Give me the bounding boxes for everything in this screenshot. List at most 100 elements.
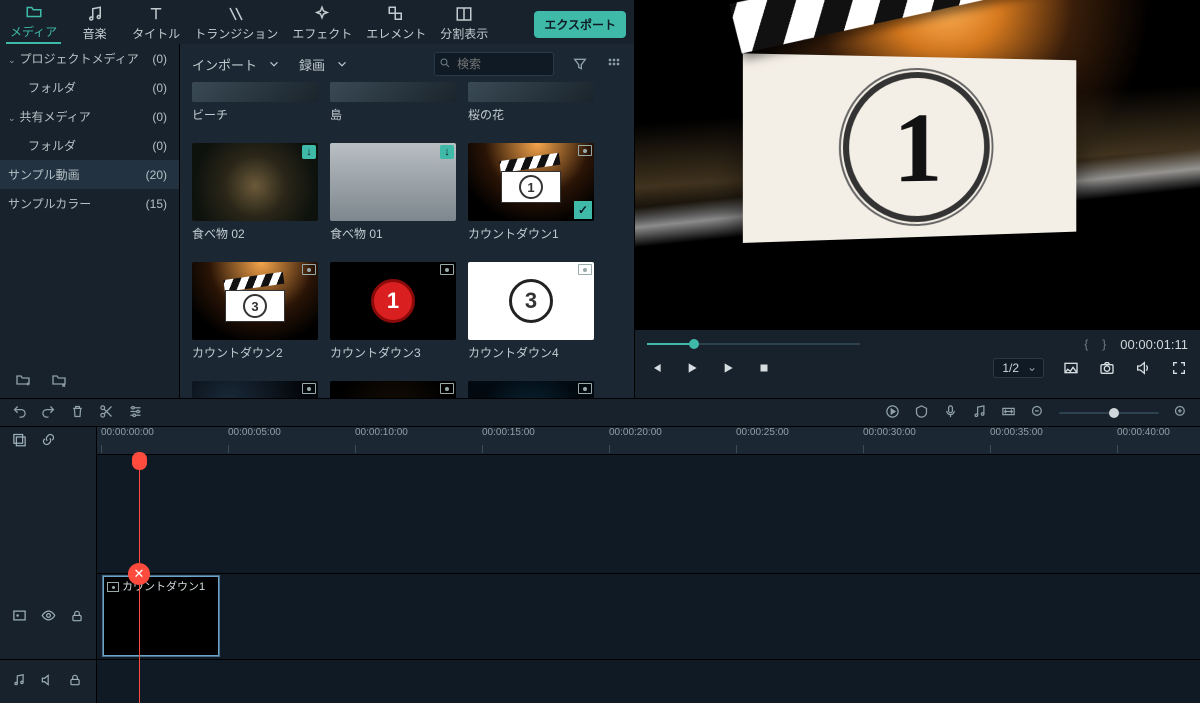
media-thumbnail[interactable]: 3	[192, 262, 318, 340]
volume-icon[interactable]	[1134, 359, 1152, 377]
media-item[interactable]: 1 カウントダウン1	[468, 143, 598, 242]
link-icon[interactable]	[41, 432, 56, 450]
scissor-icon[interactable]: ✕	[128, 563, 150, 585]
adjust-icon[interactable]	[128, 404, 143, 422]
render-icon[interactable]	[885, 404, 900, 422]
remove-folder-icon[interactable]	[50, 372, 68, 388]
video-badge-icon	[440, 383, 454, 394]
redo-icon[interactable]	[41, 404, 56, 422]
media-thumbnail[interactable]: 1	[468, 143, 594, 221]
export-button[interactable]: エクスポート	[534, 11, 626, 38]
sidebar-item-shared-media[interactable]: ⌄共有メディア(0)	[0, 102, 179, 131]
media-thumbnail[interactable]	[330, 143, 456, 221]
media-label: カウントダウン1	[468, 225, 598, 242]
video-track-icon	[12, 608, 27, 626]
zoom-out-icon[interactable]	[1030, 404, 1045, 422]
stop-button[interactable]	[755, 359, 773, 377]
media-thumbnail[interactable]	[192, 143, 318, 221]
lock-icon[interactable]	[70, 609, 84, 626]
media-item[interactable]: 3カウントダウン4	[468, 262, 598, 361]
sidebar-item-sample-video[interactable]: サンプル動画(20)	[0, 160, 179, 189]
video-badge-icon	[578, 383, 592, 394]
tab-effect[interactable]: エフェクト	[288, 1, 356, 44]
fullscreen-icon[interactable]	[1170, 359, 1188, 377]
lock-icon[interactable]	[68, 673, 82, 690]
media-thumbnail[interactable]	[468, 82, 594, 102]
media-item[interactable]: 2カウントダウン5	[192, 381, 322, 398]
manage-tracks-icon[interactable]	[12, 432, 27, 450]
clapperboard-graphic: 1	[742, 7, 1075, 243]
undo-icon[interactable]	[12, 404, 27, 422]
zoom-slider[interactable]	[1059, 412, 1159, 414]
tab-title[interactable]: タイトル	[128, 1, 184, 44]
preview-canvas[interactable]: 1	[635, 0, 1200, 330]
media-thumbnail[interactable]: 3	[468, 262, 594, 340]
media-item[interactable]: 島	[330, 82, 460, 123]
preview-panel: 1 { } 00:00:01:11 1/2	[635, 0, 1200, 398]
tracks-area[interactable]: カウントダウン1 ✕	[97, 455, 1200, 703]
shapes-icon	[387, 5, 405, 23]
sidebar-item-project-folder[interactable]: フォルダ(0)	[0, 73, 179, 102]
new-folder-icon[interactable]	[14, 372, 32, 388]
media-item[interactable]: 食べ物 01	[330, 143, 460, 242]
tab-splitview[interactable]: 分割表示	[436, 1, 492, 44]
filter-icon[interactable]	[572, 56, 588, 72]
marker-icon[interactable]	[914, 404, 929, 422]
play-button[interactable]	[683, 359, 701, 377]
visibility-icon[interactable]	[41, 608, 56, 626]
zoom-in-icon[interactable]	[1173, 404, 1188, 422]
search-input[interactable]	[434, 52, 554, 76]
media-label: 島	[330, 106, 460, 123]
audio-mixer-icon[interactable]	[972, 404, 987, 422]
media-item[interactable]: ビーチ	[192, 82, 322, 123]
next-button[interactable]	[719, 359, 737, 377]
sidebar-item-shared-folder[interactable]: フォルダ(0)	[0, 131, 179, 160]
media-item[interactable]: 2カウントダウン7	[468, 381, 598, 398]
media-thumbnail[interactable]: 2	[468, 381, 594, 398]
media-item[interactable]: 食べ物 02	[192, 143, 322, 242]
import-dropdown[interactable]: インポート	[192, 55, 281, 74]
snapshot-icon[interactable]	[1098, 359, 1116, 377]
download-icon[interactable]	[440, 145, 454, 159]
media-thumbnail[interactable]: 1	[330, 262, 456, 340]
voiceover-icon[interactable]	[943, 404, 958, 422]
view-mode-icon[interactable]	[606, 56, 622, 72]
download-icon[interactable]	[302, 145, 316, 159]
media-item[interactable]: 1カウントダウン3	[330, 262, 460, 361]
media-item[interactable]: 1カウントダウン6	[330, 381, 460, 398]
playhead[interactable]: ✕	[139, 455, 140, 703]
ruler-mark: 00:00:25:00	[736, 427, 789, 438]
media-item[interactable]: 3 カウントダウン2	[192, 262, 322, 361]
media-sidebar: ⌄プロジェクトメディア(0) フォルダ(0) ⌄共有メディア(0) フォルダ(0…	[0, 44, 180, 398]
timeline-clip[interactable]: カウントダウン1	[102, 575, 220, 657]
tab-music[interactable]: 音楽	[67, 1, 122, 44]
fit-icon[interactable]	[1001, 404, 1016, 422]
tab-media[interactable]: メディア	[6, 0, 61, 44]
tab-transition[interactable]: トランジション	[190, 1, 282, 44]
media-label: カウントダウン2	[192, 344, 322, 361]
time-ruler[interactable]: 00:00:00:0000:00:05:0000:00:10:0000:00:1…	[97, 427, 1200, 455]
prev-frame-button[interactable]	[647, 359, 665, 377]
ruler-mark: 00:00:30:00	[863, 427, 916, 438]
media-thumbnail[interactable]: 2	[192, 381, 318, 398]
zoom-ratio-dropdown[interactable]: 1/2	[993, 358, 1044, 378]
media-thumbnail[interactable]	[330, 82, 456, 102]
countdown-number: 1	[842, 71, 989, 224]
delete-icon[interactable]	[70, 404, 85, 422]
media-item[interactable]: 桜の花	[468, 82, 598, 123]
sidebar-item-project-media[interactable]: ⌄プロジェクトメディア(0)	[0, 44, 179, 73]
quality-icon[interactable]	[1062, 359, 1080, 377]
split-icon[interactable]	[99, 404, 114, 422]
seek-slider[interactable]	[647, 343, 860, 345]
record-dropdown[interactable]: 録画	[299, 55, 349, 74]
tab-element[interactable]: エレメント	[362, 1, 430, 44]
selected-check-icon	[574, 201, 592, 219]
mute-icon[interactable]	[40, 673, 54, 690]
sidebar-item-sample-color[interactable]: サンプルカラー(15)	[0, 189, 179, 218]
ruler-mark: 00:00:35:00	[990, 427, 1043, 438]
sparkle-icon	[313, 5, 331, 23]
chevron-down-icon	[267, 57, 281, 71]
media-thumbnail[interactable]	[192, 82, 318, 102]
media-thumbnail[interactable]: 1	[330, 381, 456, 398]
text-icon	[147, 5, 165, 23]
